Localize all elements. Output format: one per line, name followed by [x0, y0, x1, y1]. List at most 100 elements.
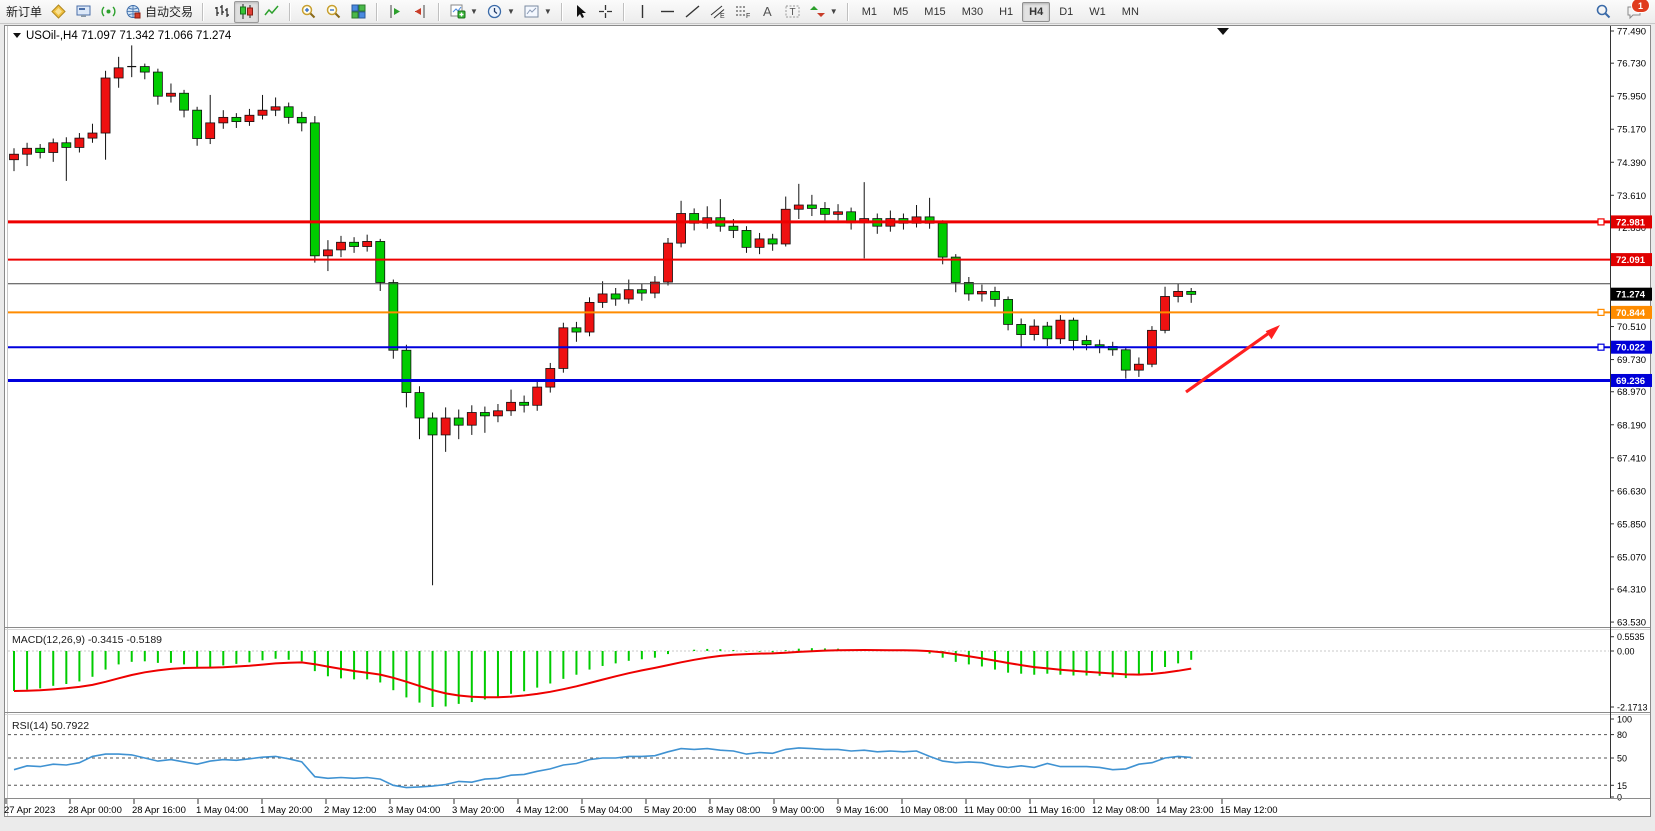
price-axis-label: 68.190: [1617, 420, 1646, 431]
text-icon: A: [759, 3, 776, 20]
line-handle[interactable]: [1598, 219, 1604, 225]
arrows-button[interactable]: ▼: [805, 1, 842, 23]
chart-window: USOil-,H4 71.097 71.342 71.066 71.274 10…: [0, 24, 1655, 826]
period-button[interactable]: ▼: [482, 1, 519, 23]
cursor-button[interactable]: [568, 1, 593, 23]
rsi-axis-label: 15: [1617, 781, 1627, 791]
svg-text:72.981: 72.981: [1616, 217, 1646, 228]
candlestick-button[interactable]: [234, 1, 259, 23]
cursor-icon: [572, 3, 589, 20]
time-axis-label: 8 May 08:00: [708, 805, 760, 816]
toolbar-separator: [438, 3, 440, 21]
channel-icon: E: [709, 3, 726, 20]
autotrading-button[interactable]: 自动交易: [121, 1, 197, 23]
zoom-out-button[interactable]: [321, 1, 346, 23]
fibonacci-button[interactable]: F: [730, 1, 755, 23]
chevron-down-icon[interactable]: ▼: [507, 7, 515, 16]
search-button[interactable]: [1591, 1, 1616, 23]
time-axis-label: 15 May 12:00: [1220, 805, 1278, 816]
svg-text:70.844: 70.844: [1616, 308, 1646, 319]
notification-badge: 1: [1631, 0, 1650, 13]
timeframe-w1[interactable]: W1: [1082, 2, 1113, 22]
time-axis-label: 9 May 16:00: [836, 805, 888, 816]
price-axis-label: 75.950: [1617, 92, 1646, 103]
timeframe-m15[interactable]: M15: [917, 2, 952, 22]
vertical-line-button[interactable]: [630, 1, 655, 23]
horizontal-line-icon: [659, 3, 676, 20]
bar-chart-button[interactable]: [209, 1, 234, 23]
autotrading-button-label: 自动交易: [145, 3, 193, 20]
rsi-axis-label: 0: [1617, 793, 1622, 803]
gold-coins-button[interactable]: [46, 1, 71, 23]
time-axis-label: 28 Apr 00:00: [68, 805, 122, 816]
price-axis-label: 65.070: [1617, 552, 1646, 563]
macd-axis-label: 0.5535: [1617, 632, 1645, 642]
chevron-down-icon[interactable]: ▼: [470, 7, 478, 16]
candle: [585, 297, 594, 336]
time-axis-label: 10 May 08:00: [900, 805, 958, 816]
time-axis-label: 11 May 00:00: [964, 805, 1021, 816]
toolbar-separator: [202, 3, 204, 21]
chat-icon: 1: [1626, 3, 1643, 20]
zoom-out-icon: [325, 3, 342, 20]
time-axis-label: 27 Apr 2023: [4, 805, 55, 816]
template-button[interactable]: ▼: [519, 1, 556, 23]
price-badge: 71.274: [1611, 288, 1652, 301]
timeframe-h1[interactable]: H1: [992, 2, 1020, 22]
crosshair-icon: [597, 3, 614, 20]
price-axis-label: 73.610: [1617, 191, 1646, 202]
timeframe-mn[interactable]: MN: [1115, 2, 1146, 22]
zoom-in-button[interactable]: [296, 1, 321, 23]
arrows-icon: [809, 3, 826, 20]
price-badge: 70.022: [1611, 341, 1652, 354]
fibonacci-icon: F: [734, 3, 751, 20]
price-axis-label: 76.730: [1617, 59, 1646, 70]
timeframe-m5[interactable]: M5: [886, 2, 915, 22]
toolbar-separator: [561, 3, 563, 21]
tile-windows-button[interactable]: [346, 1, 371, 23]
price-axis-label: 74.390: [1617, 158, 1646, 169]
svg-text:71.274: 71.274: [1616, 290, 1646, 301]
time-axis-label: 12 May 08:00: [1092, 805, 1150, 816]
price-axis-label: 77.490: [1617, 27, 1646, 38]
timeframe-d1[interactable]: D1: [1052, 2, 1080, 22]
line-handle[interactable]: [1598, 344, 1604, 350]
time-axis-label: 2 May 12:00: [324, 805, 376, 816]
text-label-button[interactable]: T: [780, 1, 805, 23]
trendline-button[interactable]: [680, 1, 705, 23]
price-badge: 72.981: [1611, 215, 1652, 228]
toolbar-separator: [623, 3, 625, 21]
time-axis-label: 4 May 12:00: [516, 805, 568, 816]
horizontal-line-button[interactable]: [655, 1, 680, 23]
timeframe-m1[interactable]: M1: [855, 2, 884, 22]
signal-button[interactable]: [96, 1, 121, 23]
line-chart-button[interactable]: [259, 1, 284, 23]
new-order-button[interactable]: 新订单: [2, 1, 46, 23]
channel-button[interactable]: E: [705, 1, 730, 23]
chevron-down-icon[interactable]: ▼: [830, 7, 838, 16]
timeframe-m30[interactable]: M30: [955, 2, 990, 22]
chart-shift-button[interactable]: [408, 1, 433, 23]
new-chart-button[interactable]: ▼: [445, 1, 482, 23]
autotrading-icon: [125, 3, 142, 20]
line-handle[interactable]: [1598, 309, 1604, 315]
timeframe-h4[interactable]: H4: [1022, 2, 1050, 22]
time-axis-label: 1 May 04:00: [196, 805, 248, 816]
macd-label: MACD(12,26,9) -0.3415 -0.5189: [12, 634, 162, 646]
auto-scroll-button[interactable]: [383, 1, 408, 23]
terminal-icon: [75, 3, 92, 20]
chevron-down-icon[interactable]: ▼: [544, 7, 552, 16]
price-axis-label: 70.510: [1617, 322, 1646, 333]
text-button[interactable]: A: [755, 1, 780, 23]
macd-axis-label: -2.1713: [1617, 702, 1648, 712]
chart-shift-icon: [412, 3, 429, 20]
svg-text:T: T: [789, 7, 795, 18]
macd-axis-label: 0.00: [1617, 647, 1635, 657]
time-axis-label: 3 May 04:00: [388, 805, 440, 816]
terminal-button[interactable]: [71, 1, 96, 23]
chat-button[interactable]: 1: [1622, 1, 1647, 23]
svg-text:70.022: 70.022: [1616, 343, 1645, 354]
crosshair-button[interactable]: [593, 1, 618, 23]
price-badge: 69.236: [1611, 374, 1652, 387]
search-icon: [1595, 3, 1612, 20]
